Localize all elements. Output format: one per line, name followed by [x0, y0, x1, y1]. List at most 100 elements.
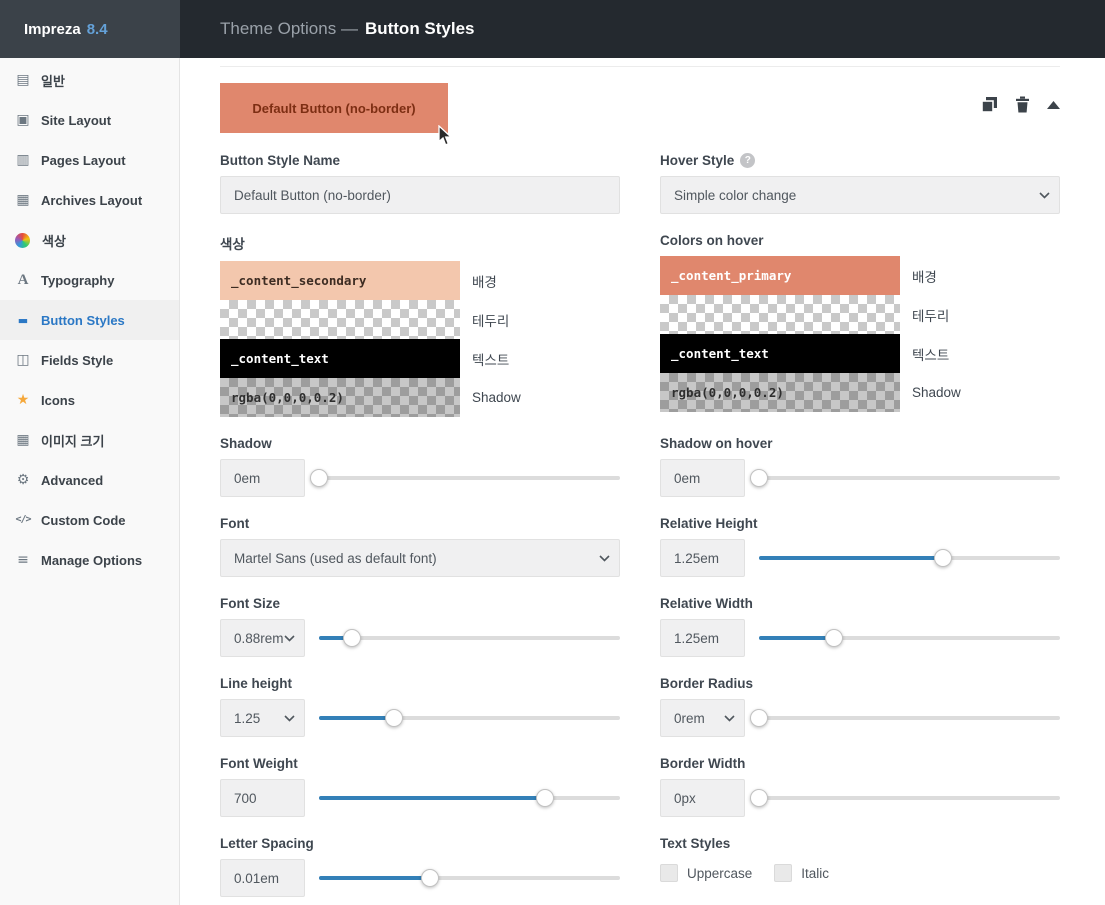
section-divider	[220, 66, 1060, 67]
color-wheel-icon	[15, 232, 30, 248]
sidebar-item-icons[interactable]: ★ Icons	[0, 380, 179, 420]
field-relative-width: Relative Width 1.25em	[660, 596, 1060, 657]
hover-color-swatch-border[interactable]	[660, 295, 900, 334]
relative-width-value: 1.25em	[674, 630, 720, 646]
relative-width-input[interactable]: 1.25em	[660, 619, 745, 657]
slider-handle[interactable]	[535, 789, 554, 807]
field-label: Font Size	[220, 596, 280, 611]
typography-icon: A	[17, 271, 29, 288]
archives-layout-icon: ▦	[16, 192, 30, 208]
sidebar-item-general[interactable]: ▤ 일반	[0, 60, 179, 100]
star-icon: ★	[16, 392, 30, 408]
swatch-label: Shadow	[912, 385, 961, 400]
shadow-input[interactable]: 0em	[220, 459, 305, 497]
font-size-value: 0.88rem	[234, 630, 284, 646]
relative-height-input[interactable]: 1.25em	[660, 539, 745, 577]
field-letter-spacing: Letter Spacing 0.01em	[220, 836, 620, 897]
swatch-label: 배경	[472, 274, 497, 290]
sidebar-item-label: Button Styles	[41, 312, 125, 328]
color-swatch-shadow[interactable]: rgba(0,0,0,0.2)	[220, 378, 460, 417]
font-size-slider[interactable]	[319, 629, 620, 647]
slider-handle[interactable]	[750, 789, 768, 807]
checkbox-box[interactable]	[660, 864, 678, 882]
border-width-slider[interactable]	[750, 789, 1060, 807]
sidebar-item-archives-layout[interactable]: ▦ Archives Layout	[0, 180, 179, 220]
slider-handle[interactable]	[750, 709, 768, 727]
sidebar-item-label: Advanced	[41, 472, 104, 488]
border-radius-select[interactable]: 0rem	[660, 699, 745, 737]
field-font-size: Font Size 0.88rem	[220, 596, 620, 657]
sidebar-item-advanced[interactable]: ⚙ Advanced	[0, 460, 179, 500]
color-swatch-background[interactable]: _content_secondary	[220, 261, 460, 300]
duplicate-icon[interactable]	[981, 96, 998, 113]
font-weight-slider[interactable]	[319, 789, 620, 807]
color-swatch-text[interactable]: _content_text	[220, 339, 460, 378]
line-height-value: 1.25	[234, 710, 261, 726]
slider-handle[interactable]	[750, 469, 768, 487]
collapse-arrow-icon[interactable]	[1047, 100, 1060, 109]
slider-handle[interactable]	[421, 869, 440, 887]
sidebar-item-site-layout[interactable]: ▣ Site Layout	[0, 100, 179, 140]
sidebar-item-button-styles[interactable]: ▬ Button Styles	[0, 300, 179, 340]
field-button-style-name: Button Style Name Default Button (no-bor…	[220, 153, 620, 214]
font-weight-value: 700	[234, 790, 257, 806]
font-size-select[interactable]: 0.88rem	[220, 619, 305, 657]
field-label: 색상	[220, 237, 245, 252]
swatch-label: 배경	[912, 269, 937, 285]
sidebar-item-fields-style[interactable]: ◫ Fields Style	[0, 340, 179, 380]
field-line-height: Line height 1.25	[220, 676, 620, 737]
line-height-select[interactable]: 1.25	[220, 699, 305, 737]
border-radius-value: 0rem	[674, 710, 705, 726]
sidebar-item-colors[interactable]: 색상	[0, 220, 179, 260]
hover-color-swatch-text[interactable]: _content_text	[660, 334, 900, 373]
relative-width-slider[interactable]	[759, 629, 1060, 647]
relative-height-slider[interactable]	[759, 549, 1060, 567]
border-width-input[interactable]: 0px	[660, 779, 745, 817]
trash-icon[interactable]	[1015, 96, 1030, 113]
font-select[interactable]: Martel Sans (used as default font)	[220, 539, 620, 577]
shadow-hover-input[interactable]: 0em	[660, 459, 745, 497]
slider-handle[interactable]	[343, 629, 362, 647]
field-font: Font Martel Sans (used as default font)	[220, 516, 620, 577]
header-title-bar: Theme Options — Button Styles	[180, 0, 1105, 58]
button-style-preview[interactable]: Default Button (no-border)	[220, 83, 448, 133]
letter-spacing-input[interactable]: 0.01em	[220, 859, 305, 897]
shadow-hover-value: 0em	[674, 470, 701, 486]
chevron-down-icon	[599, 555, 610, 562]
sidebar-item-image-sizes[interactable]: ▦ 이미지 크기	[0, 420, 179, 460]
chevron-down-icon	[284, 635, 295, 642]
sidebar-item-label: Fields Style	[41, 352, 114, 368]
shadow-hover-slider[interactable]	[750, 469, 1060, 487]
sidebar-item-pages-layout[interactable]: ▥ Pages Layout	[0, 140, 179, 180]
checkbox-label: Italic	[801, 865, 830, 881]
hover-color-swatch-background[interactable]: _content_primary	[660, 256, 900, 295]
sidebar-item-label: Site Layout	[41, 112, 112, 128]
font-weight-input[interactable]: 700	[220, 779, 305, 817]
sidebar-item-custom-code[interactable]: </> Custom Code	[0, 500, 179, 540]
sidebar-item-typography[interactable]: A Typography	[0, 260, 179, 300]
uppercase-checkbox[interactable]: Uppercase	[660, 864, 752, 882]
slider-handle[interactable]	[825, 629, 844, 647]
chevron-down-icon	[724, 715, 735, 722]
sidebar-item-manage-options[interactable]: ≡ Manage Options	[0, 540, 179, 580]
color-swatch-border[interactable]	[220, 300, 460, 339]
field-shadow: Shadow 0em	[220, 436, 620, 497]
italic-checkbox[interactable]: Italic	[774, 864, 829, 882]
border-radius-slider[interactable]	[750, 709, 1060, 727]
button-style-name-input[interactable]: Default Button (no-border)	[220, 176, 620, 214]
field-hover-style: Hover Style ? Simple color change	[660, 153, 1060, 214]
slider-handle[interactable]	[310, 469, 328, 487]
hover-color-swatch-shadow[interactable]: rgba(0,0,0,0.2)	[660, 373, 900, 412]
slider-handle[interactable]	[385, 709, 404, 727]
line-height-slider[interactable]	[319, 709, 620, 727]
field-label: Shadow on hover	[660, 436, 773, 451]
field-label: Border Width	[660, 756, 746, 771]
brand-logo: Impreza 8.4	[0, 0, 180, 58]
letter-spacing-slider[interactable]	[319, 869, 620, 887]
slider-handle[interactable]	[933, 549, 952, 567]
help-icon[interactable]: ?	[740, 153, 756, 168]
shadow-slider[interactable]	[310, 469, 620, 487]
sidebar-item-label: 일반	[41, 73, 65, 89]
hover-style-select[interactable]: Simple color change	[660, 176, 1060, 214]
checkbox-box[interactable]	[774, 864, 793, 882]
